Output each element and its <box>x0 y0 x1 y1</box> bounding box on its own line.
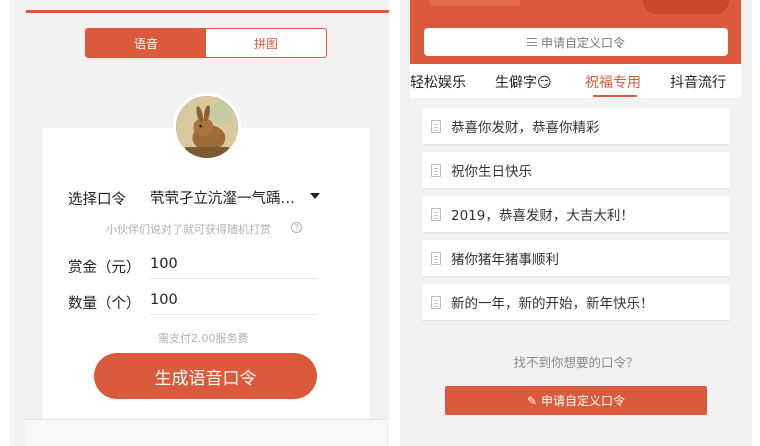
amount-input[interactable]: 100 <box>150 256 318 279</box>
category-tabs: 轻松娱乐 生僻字😏 祝福专用 抖音流行 <box>410 64 741 98</box>
list-item[interactable]: 祝你生日快乐 <box>422 152 730 188</box>
caret-down-icon[interactable] <box>310 193 320 199</box>
custom-command-search[interactable]: 申请自定义口令 <box>424 28 728 56</box>
tab-entertainment[interactable]: 轻松娱乐 <box>410 72 466 92</box>
header-edge <box>26 10 389 13</box>
generate-voice-command-button[interactable]: 生成语音口令 <box>94 353 317 399</box>
voice-command-panel: 语音 拼图 选择口令 茕茕孑立沆瀣一气踽… 小伙伴们说对了就可获得随机打赏 ? … <box>10 0 389 446</box>
command-label: 选择口令 <box>68 192 126 208</box>
service-fee-text: 需支付2.00服务费 <box>158 332 249 345</box>
menu-icon <box>526 38 537 46</box>
quantity-label: 数量（个） <box>68 296 141 312</box>
document-icon <box>431 251 441 265</box>
apply-custom-command-button[interactable]: ✎ 申请自定义口令 <box>445 386 707 415</box>
list-item-text: 2019，恭喜发财，大吉大利！ <box>451 208 634 224</box>
list-item-text: 猪你猪年猪事顺利 <box>451 252 559 268</box>
document-icon <box>431 207 441 221</box>
custom-command-search-label: 申请自定义口令 <box>540 35 625 50</box>
tab-rare-characters[interactable]: 生僻字😏 <box>495 72 552 92</box>
active-tab-indicator <box>593 95 637 97</box>
bottom-strip <box>25 419 387 446</box>
reward-hint: 小伙伴们说对了就可获得随机打赏 <box>106 223 271 236</box>
document-icon <box>431 295 441 309</box>
rabbit-avatar-image <box>176 96 238 158</box>
tab-puzzle[interactable]: 拼图 <box>206 29 326 57</box>
list-item[interactable]: 新的一年，新的开始，新年快乐！ <box>422 284 730 320</box>
mode-toggle: 语音 拼图 <box>85 28 327 58</box>
apply-custom-command-label: 申请自定义口令 <box>541 394 626 408</box>
document-icon <box>431 163 441 177</box>
not-found-text: 找不到你想要的口令？ <box>513 355 639 370</box>
help-icon[interactable]: ? <box>291 222 302 233</box>
quantity-input[interactable]: 100 <box>150 292 318 315</box>
header-pill <box>643 0 729 14</box>
pencil-icon: ✎ <box>526 393 538 408</box>
document-icon <box>431 119 441 133</box>
tab-voice[interactable]: 语音 <box>86 29 206 57</box>
list-item-text: 新的一年，新的开始，新年快乐！ <box>451 296 654 312</box>
command-select[interactable]: 茕茕孑立沆瀣一气踽… <box>150 187 320 208</box>
tab-douyin-trending[interactable]: 抖音流行 <box>670 72 726 92</box>
command-list-panel: 申请自定义口令 轻松娱乐 生僻字😏 祝福专用 抖音流行 恭喜你发财，恭喜你精彩 … <box>400 0 752 446</box>
list-item-text: 祝你生日快乐 <box>451 164 532 180</box>
screenshot-frame: 语音 拼图 选择口令 茕茕孑立沆瀣一气踽… 小伙伴们说对了就可获得随机打赏 ? … <box>0 0 760 446</box>
list-item[interactable]: 恭喜你发财，恭喜你精彩 <box>422 108 730 144</box>
avatar <box>173 93 241 161</box>
header-title-cut <box>430 0 520 6</box>
list-item[interactable]: 2019，恭喜发财，大吉大利！ <box>422 196 730 232</box>
list-item[interactable]: 猪你猪年猪事顺利 <box>422 240 730 276</box>
list-item-text: 恭喜你发财，恭喜你精彩 <box>451 120 600 136</box>
tab-blessings[interactable]: 祝福专用 <box>585 72 641 92</box>
amount-label: 赏金（元） <box>68 260 141 276</box>
panel-divider <box>389 0 400 446</box>
